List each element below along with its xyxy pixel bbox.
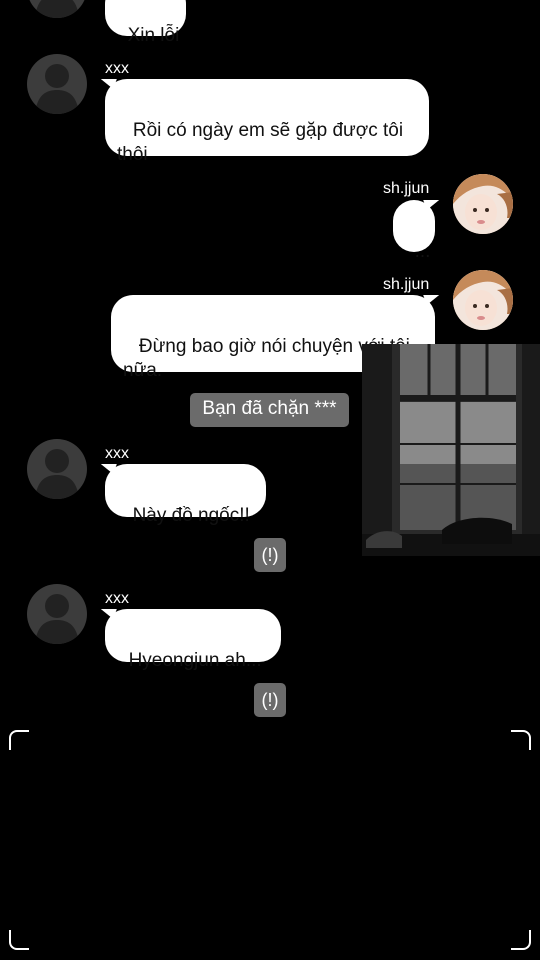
person-silhouette-icon xyxy=(35,594,79,644)
message-text: Này đồ ngốc!! xyxy=(132,505,250,526)
contact-avatar[interactable] xyxy=(27,0,87,18)
sender-name: xxx xyxy=(105,445,129,462)
contact-avatar[interactable] xyxy=(27,584,87,644)
message-bubble[interactable]: ... xyxy=(393,200,435,262)
message-bubble[interactable]: Này đồ ngốc!! xyxy=(105,464,266,526)
sender-name: xxx xyxy=(105,590,129,607)
contact-avatar[interactable] xyxy=(27,54,87,114)
user-avatar[interactable] xyxy=(453,270,513,330)
window-photo xyxy=(362,344,540,556)
frame-corner-bottom-left xyxy=(9,930,29,950)
blocked-notice: Bạn đã chặn *** xyxy=(190,393,349,427)
sender-name: sh.jjun xyxy=(383,180,430,197)
user-photo-icon xyxy=(453,270,513,330)
message-text: Xin lỗi xyxy=(127,25,180,46)
message-text: Hyeongjun ah... xyxy=(128,650,262,671)
user-avatar[interactable] xyxy=(453,174,513,234)
person-silhouette-icon xyxy=(35,0,79,18)
message-text: ... xyxy=(414,241,431,262)
frame-corner-top-left xyxy=(9,730,29,750)
message-bubble[interactable]: Xin lỗi xyxy=(105,0,186,46)
send-failed-icon[interactable]: (!) xyxy=(254,683,286,717)
person-silhouette-icon xyxy=(35,64,79,114)
send-failed-icon[interactable]: (!) xyxy=(254,538,286,572)
message-bubble[interactable]: Rồi có ngày em sẽ gặp được tôi thôi xyxy=(105,79,429,165)
frame-corner-top-right xyxy=(511,730,531,750)
contact-avatar[interactable] xyxy=(27,439,87,499)
user-photo-icon xyxy=(453,174,513,234)
frame-corner-bottom-right xyxy=(511,930,531,950)
sender-name: xxx xyxy=(105,60,129,77)
message-bubble[interactable]: Hyeongjun ah... xyxy=(105,609,281,671)
message-text: Rồi có ngày em sẽ gặp được tôi thôi xyxy=(117,120,404,165)
sender-name: sh.jjun xyxy=(383,276,430,293)
person-silhouette-icon xyxy=(35,449,79,499)
